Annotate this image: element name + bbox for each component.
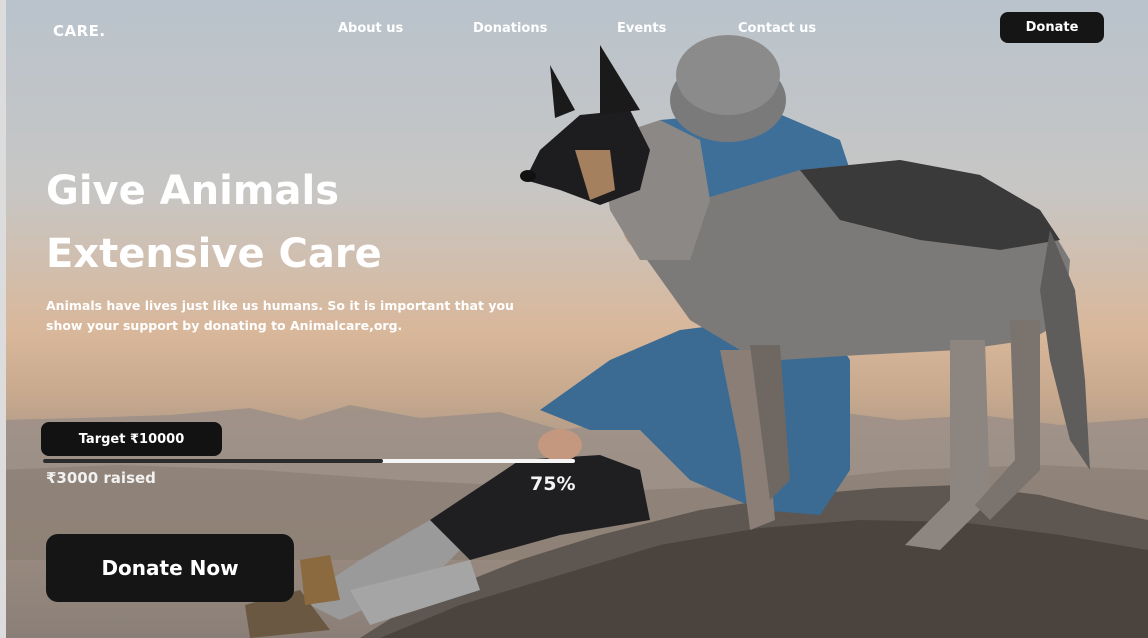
nav-link-about-us[interactable]: About us [338,21,403,36]
nav-link-contact-us[interactable]: Contact us [738,21,816,36]
hero-title-line-2: Extensive Care [46,231,382,277]
hero-title: Give Animals Extensive Care [46,160,466,286]
fundraising-progress-bar [43,459,575,463]
progress-percent: 75% [530,473,576,495]
landing-page: CARE. About us Donations Events Contact … [0,0,1148,638]
hero-title-line-1: Give Animals [46,168,340,214]
hero-subtitle: Animals have lives just like us humans. … [46,298,514,333]
nav-link-donations[interactable]: Donations [473,21,547,36]
target-badge: Target ₹10000 [41,422,222,456]
fundraising-progress-fill [43,459,384,463]
raised-amount: ₹3000 raised [46,469,156,487]
nav-donate-button[interactable]: Donate [1000,12,1104,43]
brand-logo[interactable]: CARE. [53,22,106,40]
left-edge-strip [0,0,6,638]
donate-now-button[interactable]: Donate Now [46,534,294,602]
nav-link-events[interactable]: Events [617,21,666,36]
